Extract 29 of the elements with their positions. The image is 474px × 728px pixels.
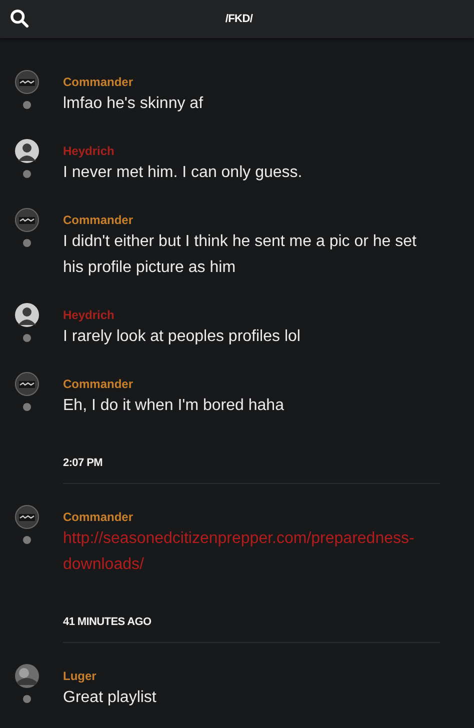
author-name[interactable]: Commander bbox=[63, 508, 134, 526]
message-text: Eh, I do it when I'm bored haha bbox=[63, 396, 284, 416]
avatar[interactable] bbox=[15, 664, 39, 688]
message-text: I didn't either but I think he sent me a pic or he set his profile picture as him bbox=[63, 232, 418, 278]
message-text: I rarely look at peoples profiles lol bbox=[63, 327, 300, 347]
avatar[interactable] bbox=[15, 303, 39, 327]
search-icon[interactable] bbox=[10, 9, 29, 28]
timestamp: 41 MINUTES AGO bbox=[63, 615, 152, 629]
message-text: Great playlist bbox=[63, 688, 156, 708]
author-name[interactable]: Commander bbox=[63, 375, 134, 393]
avatar[interactable] bbox=[15, 505, 39, 529]
status-dot bbox=[23, 170, 31, 178]
timestamp: 2:07 PM bbox=[63, 456, 102, 470]
avatar[interactable] bbox=[15, 70, 39, 94]
status-dot bbox=[23, 239, 31, 247]
author-name[interactable]: Commander bbox=[63, 73, 134, 91]
status-dot bbox=[23, 695, 31, 703]
status-dot bbox=[23, 536, 31, 544]
status-dot bbox=[23, 334, 31, 342]
author-name[interactable]: Commander bbox=[63, 211, 134, 229]
channel-title: /FKD/ bbox=[224, 13, 253, 25]
author-name[interactable]: Luger bbox=[63, 667, 96, 685]
message-text: I never met him. I can only guess. bbox=[63, 163, 302, 183]
avatar[interactable] bbox=[15, 139, 39, 163]
avatar[interactable] bbox=[15, 372, 39, 396]
status-dot bbox=[23, 101, 31, 109]
avatar[interactable] bbox=[15, 208, 39, 232]
message-text: lmfao he's skinny af bbox=[63, 94, 204, 114]
status-dot bbox=[23, 403, 31, 411]
